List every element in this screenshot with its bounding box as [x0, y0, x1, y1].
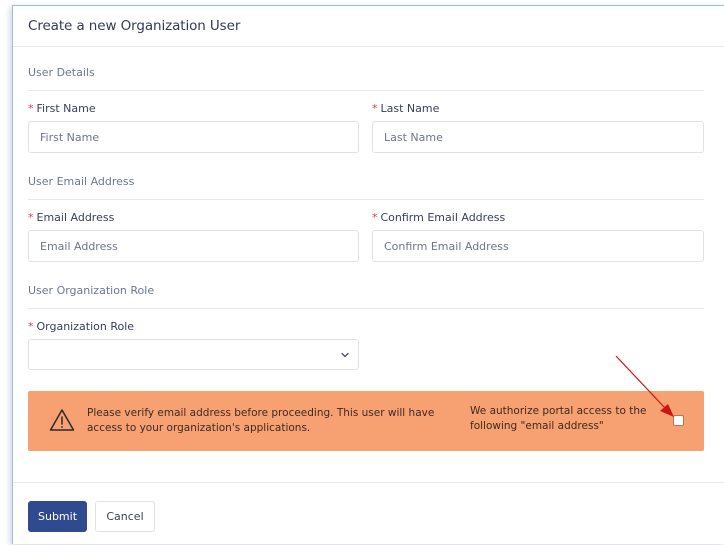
section-title-user-role: User Organization Role: [28, 284, 155, 297]
last-name-input[interactable]: [372, 121, 704, 153]
annotation-arrow-icon: [615, 355, 674, 417]
confirm-email-label: * Confirm Email Address: [372, 211, 505, 224]
first-name-input[interactable]: [28, 121, 359, 153]
page-title: Create a new Organization User: [28, 18, 241, 34]
consent-checkbox[interactable]: [673, 415, 684, 426]
required-marker: *: [372, 102, 378, 115]
section-divider: [28, 199, 704, 200]
email-input[interactable]: [28, 230, 359, 262]
required-marker: *: [28, 320, 34, 333]
last-name-label: * Last Name: [372, 102, 439, 115]
cancel-button[interactable]: Cancel: [95, 501, 155, 532]
first-name-label: * First Name: [28, 102, 96, 115]
footer-divider: [13, 482, 724, 483]
submit-button[interactable]: Submit: [28, 501, 87, 532]
warning-triangle-icon: [49, 409, 75, 431]
email-label-text: Email Address: [36, 211, 115, 224]
last-name-label-text: Last Name: [380, 102, 440, 115]
org-role-label: * Organization Role: [28, 320, 134, 333]
required-marker: *: [28, 211, 34, 224]
verification-alert: Please verify email address before proce…: [28, 391, 704, 451]
org-role-select[interactable]: [28, 339, 359, 370]
consent-text: We authorize portal access to the follow…: [470, 405, 647, 432]
required-marker: *: [372, 211, 378, 224]
chevron-down-icon: [341, 352, 349, 358]
confirm-email-label-text: Confirm Email Address: [380, 211, 506, 224]
org-role-label-text: Organization Role: [36, 320, 135, 333]
section-divider: [28, 308, 704, 309]
create-user-card: Create a new Organization User User Deta…: [12, 5, 724, 544]
alert-message: Please verify email address before proce…: [87, 407, 435, 434]
section-divider: [28, 90, 704, 91]
section-title-user-details: User Details: [28, 66, 95, 79]
section-title-user-email: User Email Address: [28, 175, 135, 188]
email-label: * Email Address: [28, 211, 114, 224]
first-name-label-text: First Name: [36, 102, 96, 115]
required-marker: *: [28, 102, 34, 115]
confirm-email-input[interactable]: [372, 230, 704, 262]
header-divider: [13, 46, 724, 47]
